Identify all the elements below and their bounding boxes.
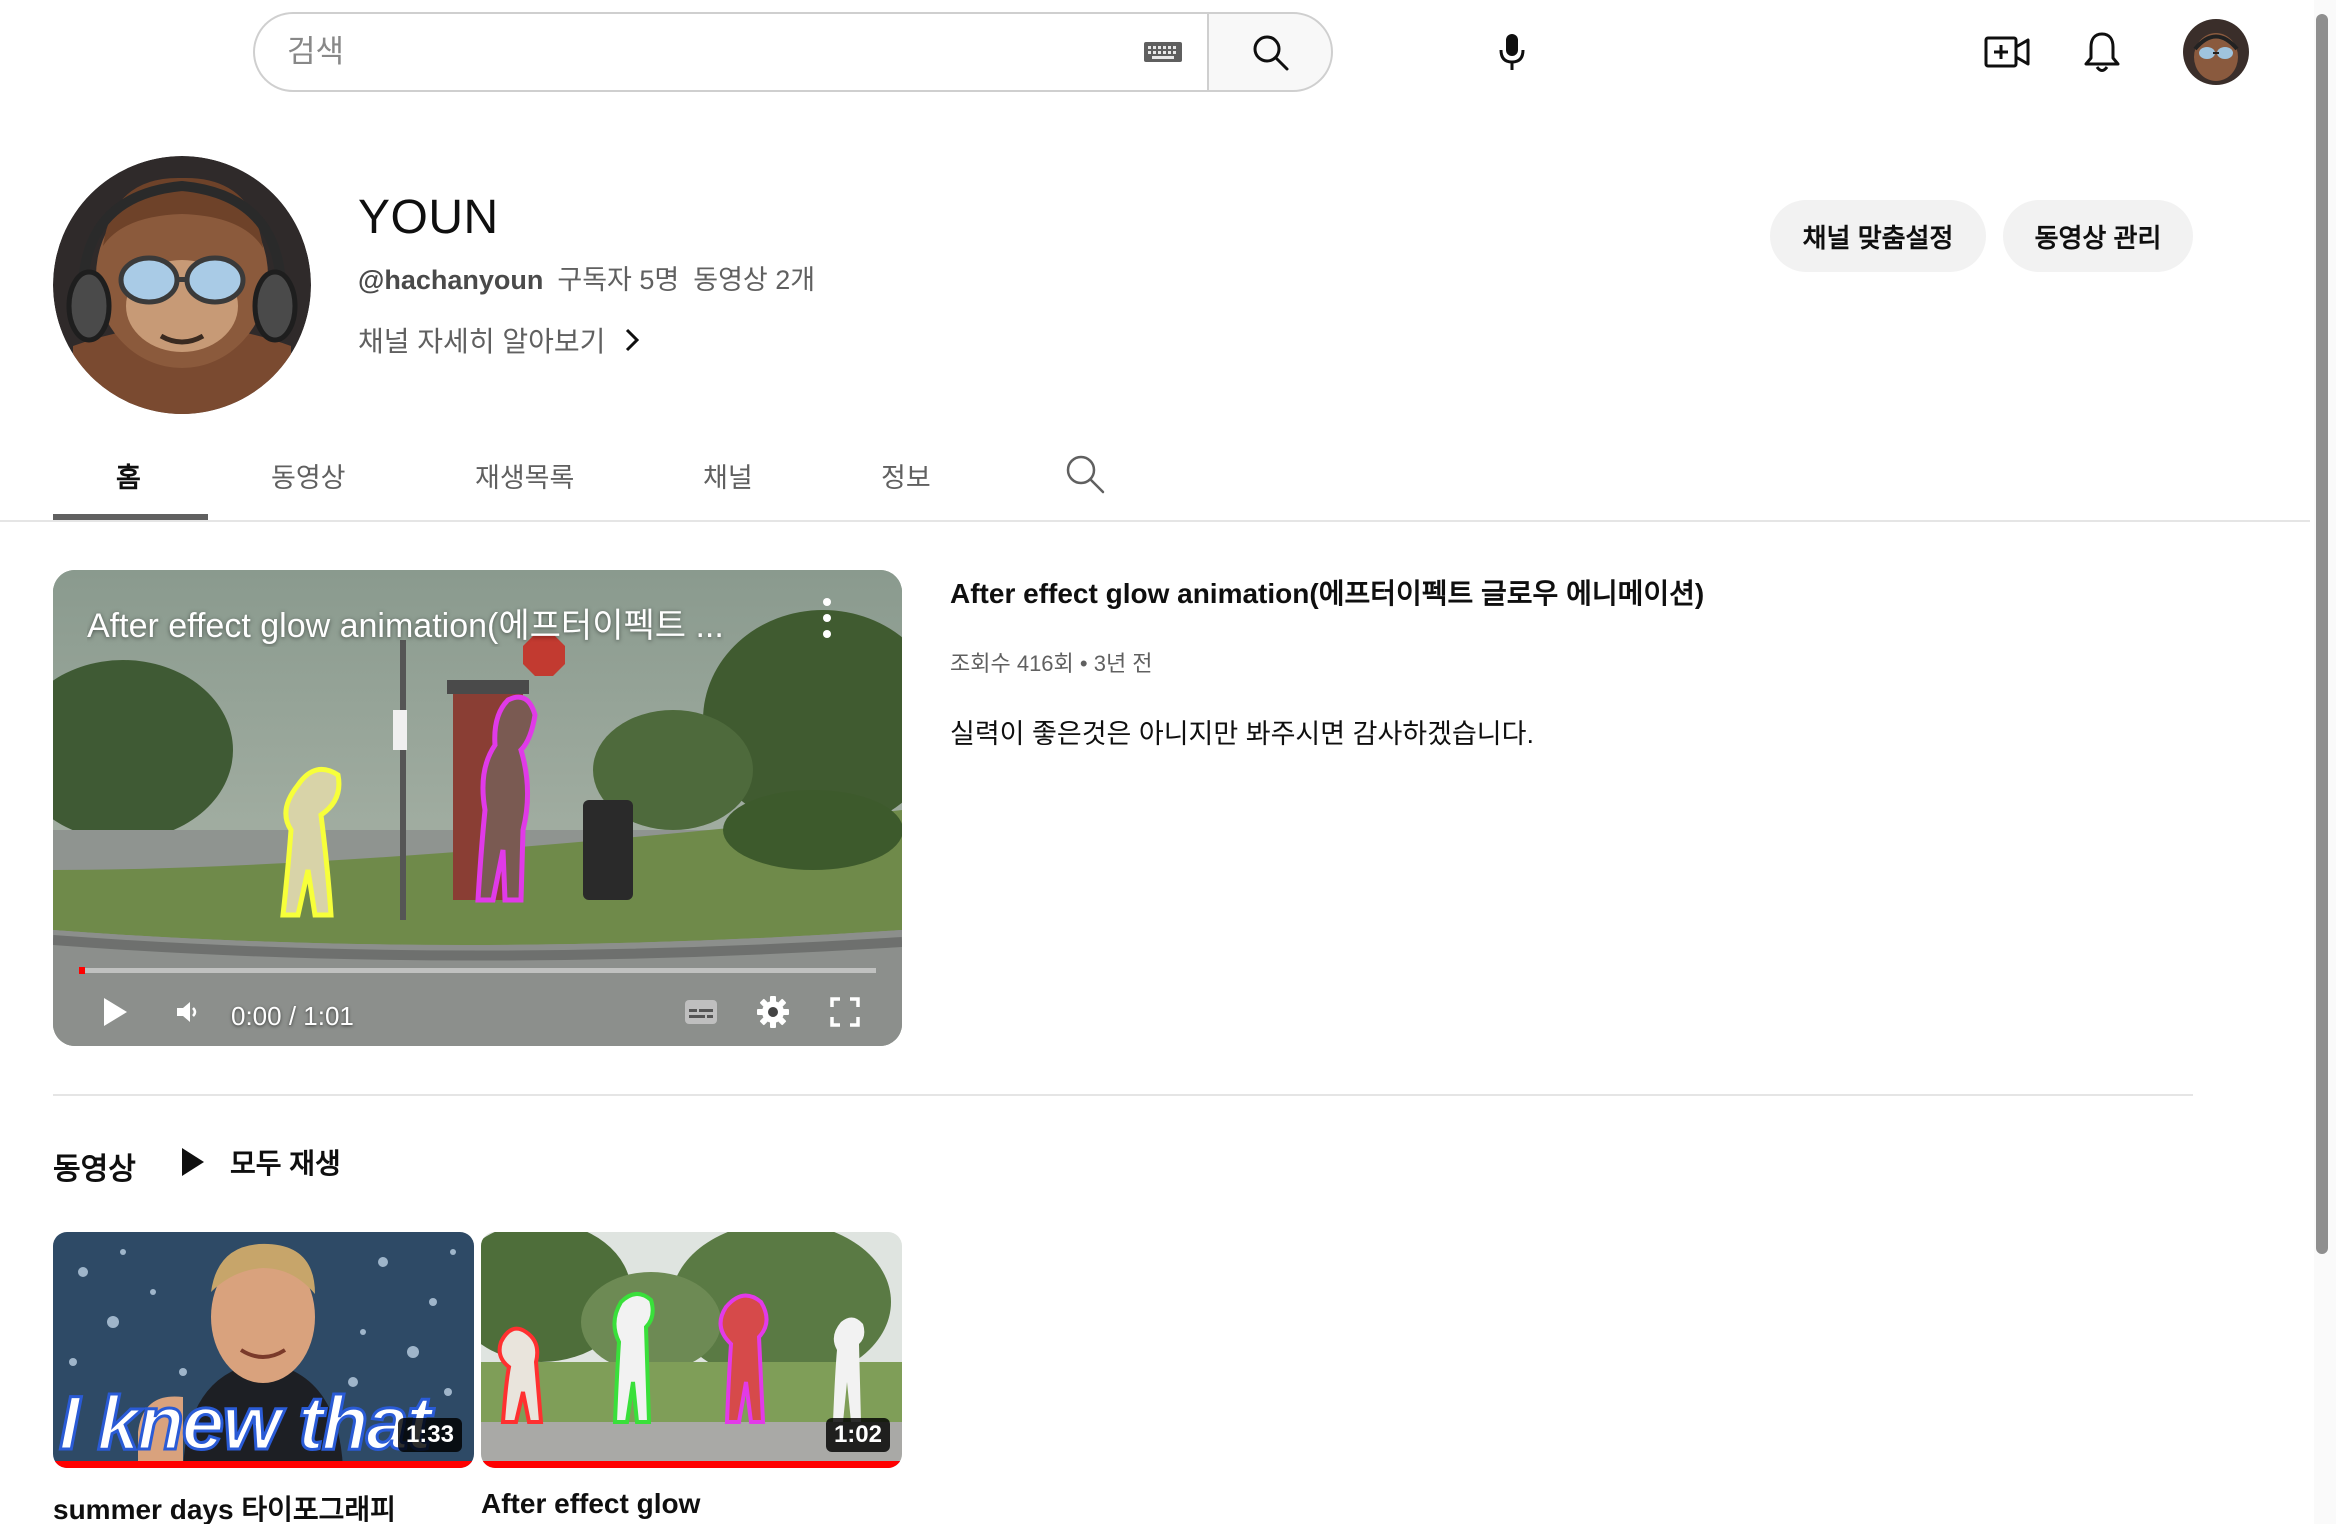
video-duration: 1:33	[397, 1418, 462, 1452]
player-overlay-title: After effect glow animation(에프터이펙트 ...	[87, 607, 724, 645]
create-video-button[interactable]	[1975, 20, 2039, 84]
subscriber-count: 구독자 5명	[557, 265, 680, 295]
more-options-button[interactable]	[815, 592, 839, 644]
play-button[interactable]	[93, 990, 137, 1034]
video-count: 동영상 2개	[693, 265, 816, 295]
subtitles-icon	[685, 1000, 717, 1024]
search-icon	[1066, 455, 1105, 494]
tab-playlists[interactable]: 재생목록	[475, 456, 574, 495]
featured-video-title[interactable]: After effect glow animation(에프터이펙트 글로우 에…	[950, 572, 1704, 612]
settings-button[interactable]	[751, 990, 795, 1034]
scrollbar-thumb[interactable]	[2316, 14, 2328, 1254]
time-display: 0:00 / 1:01	[231, 1000, 354, 1031]
account-avatar[interactable]	[2183, 19, 2249, 85]
tab-videos[interactable]: 동영상	[271, 456, 346, 495]
video-duration: 1:02	[825, 1418, 890, 1452]
channel-about-link[interactable]: 채널 자세히 알아보기	[358, 320, 641, 360]
active-tab-indicator	[53, 514, 208, 520]
channel-search-button[interactable]	[1063, 452, 1107, 496]
tab-channels[interactable]: 채널	[703, 456, 753, 495]
voice-search-button[interactable]	[1480, 20, 1544, 84]
watched-progress-bar	[53, 1461, 474, 1468]
play-all-button[interactable]: 모두 재생	[180, 1140, 341, 1184]
thumbnail-overlay-text: I knew that	[58, 1380, 434, 1468]
play-all-label: 모두 재생	[230, 1148, 341, 1179]
subtitles-button[interactable]	[679, 990, 723, 1034]
manage-videos-button[interactable]: 동영상 관리	[2003, 200, 2193, 272]
volume-icon	[177, 1002, 197, 1022]
channel-avatar	[53, 156, 311, 414]
watched-progress-bar	[481, 1461, 902, 1468]
channel-meta: @hachanyoun 구독자 5명 동영상 2개	[358, 258, 815, 297]
video-thumbnail[interactable]: 1:02	[481, 1232, 902, 1468]
section-divider	[53, 1094, 2193, 1096]
microphone-icon	[1499, 34, 1525, 70]
search-input[interactable]	[287, 34, 1143, 70]
featured-video-meta: 조회수 416회 • 3년 전	[950, 651, 1153, 676]
keyboard-icon[interactable]	[1143, 39, 1183, 65]
play-icon	[104, 998, 127, 1026]
channel-handle: @hachanyoun	[358, 265, 544, 295]
fullscreen-icon	[830, 997, 860, 1027]
video-thumbnail[interactable]: I knew that 1:33	[53, 1232, 474, 1468]
more-vertical-icon	[823, 598, 831, 638]
search-bar	[253, 12, 1333, 92]
search-icon	[1253, 35, 1289, 71]
progress-bar-fill	[79, 967, 85, 974]
video-title[interactable]: summer days 타이포그래피	[53, 1488, 396, 1524]
search-box[interactable]	[253, 12, 1207, 92]
tab-home[interactable]: 홈	[116, 456, 141, 495]
featured-video-description: 실력이 좋은것은 아니지만 봐주시면 감사하겠습니다.	[950, 719, 1534, 749]
play-icon	[182, 1148, 204, 1176]
customize-channel-button[interactable]: 채널 맞춤설정	[1770, 200, 1986, 272]
featured-video-player[interactable]: After effect glow animation(에프터이펙트 ... 0…	[53, 570, 902, 1046]
chevron-right-icon	[626, 328, 640, 352]
top-bar	[0, 0, 2336, 104]
fullscreen-button[interactable]	[823, 990, 867, 1034]
bell-icon	[2084, 32, 2120, 72]
about-label: 채널 자세히 알아보기	[358, 326, 606, 357]
notifications-button[interactable]	[2070, 20, 2134, 84]
channel-name: YOUN	[358, 191, 499, 244]
videos-shelf-title[interactable]: 동영상	[53, 1144, 136, 1188]
search-button[interactable]	[1207, 12, 1333, 92]
progress-bar[interactable]	[79, 968, 876, 973]
video-camera-plus-icon	[1984, 36, 2030, 68]
channel-tabs: 홈 동영상 재생목록 채널 정보	[0, 434, 2310, 522]
volume-button[interactable]	[165, 990, 209, 1034]
video-title[interactable]: After effect glow	[481, 1488, 700, 1520]
gear-icon	[757, 996, 789, 1028]
tab-about[interactable]: 정보	[881, 456, 931, 495]
